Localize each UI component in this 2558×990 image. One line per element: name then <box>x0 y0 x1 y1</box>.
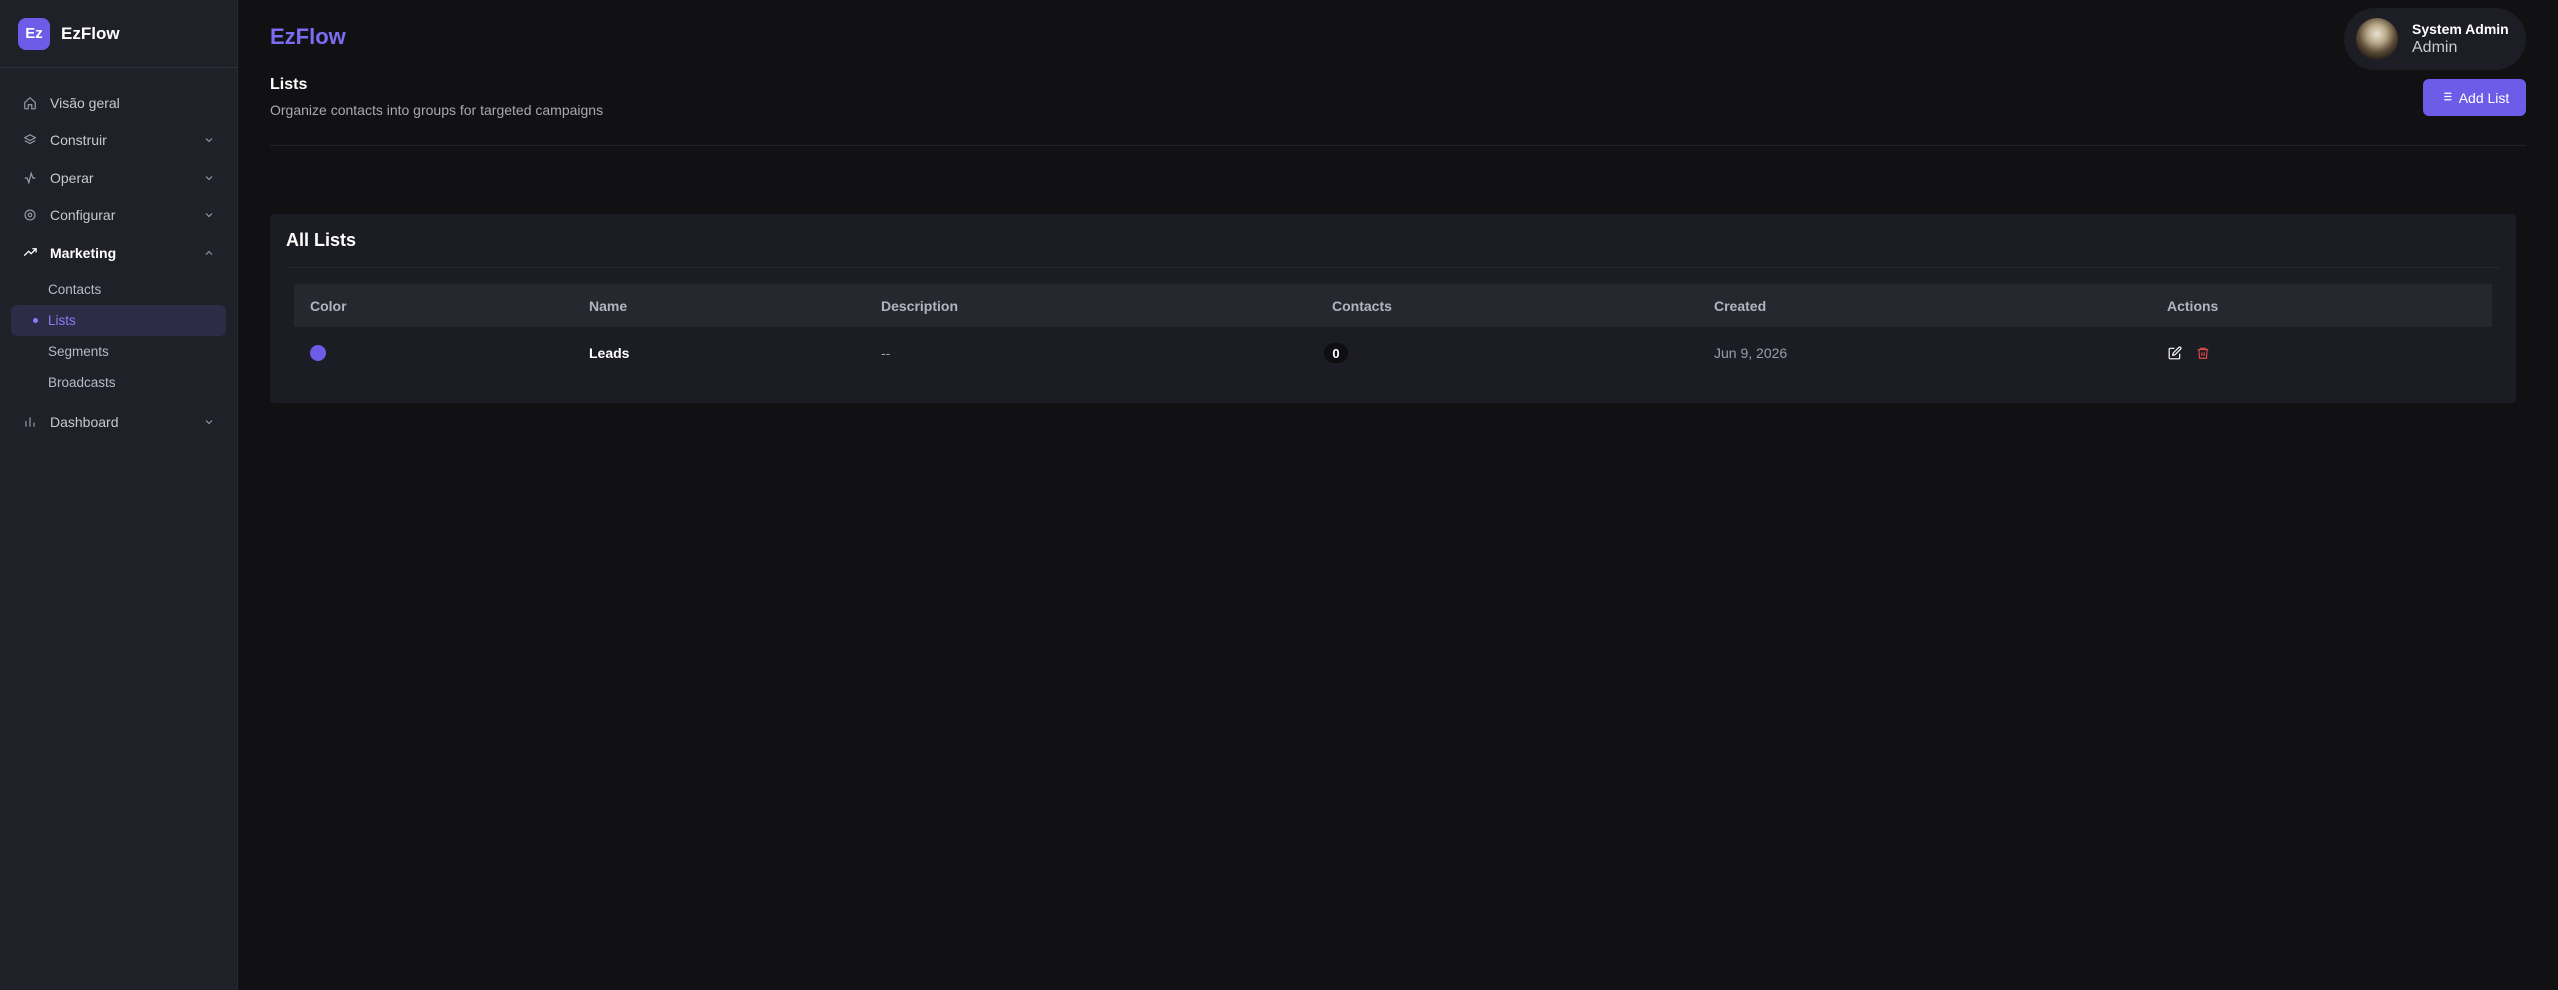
cell-contacts: 0 <box>1316 343 1698 363</box>
marketing-submenu: Contacts Lists Segments Broadcasts <box>0 272 237 404</box>
sidebar-subitem-lists[interactable]: Lists <box>11 304 226 336</box>
chevron-down-icon <box>203 172 215 184</box>
user-role: Admin <box>2412 38 2458 56</box>
sidebar-item-marketing[interactable]: Marketing <box>0 234 237 272</box>
active-dot-icon <box>33 317 38 323</box>
layers-icon <box>22 132 38 148</box>
cell-created: Jun 9, 2026 <box>1714 345 1788 361</box>
sidebar-subitem-label: Lists <box>48 312 76 328</box>
brand[interactable]: Ez EzFlow <box>0 0 237 68</box>
all-lists-card: All Lists Color Name Description Contact… <box>270 214 2516 403</box>
color-swatch <box>310 345 326 361</box>
sidebar-item-label: Dashboard <box>50 414 119 431</box>
chevron-up-icon <box>203 247 215 259</box>
trending-up-icon <box>22 245 38 261</box>
sidebar-item-dashboard[interactable]: Dashboard <box>0 404 237 442</box>
sidebar-item-label: Configurar <box>50 207 116 224</box>
user-menu[interactable]: System Admin Admin <box>2344 8 2526 70</box>
page-header: Lists Organize contacts into groups for … <box>270 38 2526 146</box>
list-icon <box>2440 90 2453 106</box>
gear-icon <box>22 207 38 223</box>
sidebar-item-label: Visão geral <box>50 94 120 111</box>
column-header-name: Name <box>589 297 628 314</box>
card-title: All Lists <box>286 214 2500 268</box>
column-header-contacts: Contacts <box>1332 297 1392 314</box>
cell-color <box>294 345 573 361</box>
page-subtitle: Organize contacts into groups for target… <box>270 102 604 118</box>
sidebar-nav: Visão geral Construir Operar Configurar … <box>0 68 237 441</box>
cell-name: Leads <box>589 345 630 361</box>
brand-logo: Ez <box>18 17 50 50</box>
home-icon <box>22 95 38 111</box>
column-header-color: Color <box>310 297 347 314</box>
brand-name: EzFlow <box>61 23 120 43</box>
trash-icon[interactable] <box>2195 345 2211 361</box>
main-content: EzFlow System Admin Admin Lists Organize… <box>238 0 2558 990</box>
lists-table: Color Name Description Contacts Created … <box>294 284 2492 379</box>
table-row[interactable]: Leads -- 0 Jun 9, 2026 <box>294 327 2492 379</box>
activity-icon <box>22 170 38 186</box>
page-title: Lists <box>270 76 308 93</box>
app-root: Ez EzFlow Visão geral Construir Operar C… <box>0 0 2558 990</box>
avatar <box>2356 18 2398 60</box>
sidebar-item-visao-geral[interactable]: Visão geral <box>0 84 237 122</box>
table-header: Color Name Description Contacts Created … <box>294 284 2492 327</box>
sidebar-item-label: Operar <box>50 169 94 186</box>
sidebar-item-label: Marketing <box>50 244 117 261</box>
sidebar-item-operar[interactable]: Operar <box>0 159 237 197</box>
chevron-down-icon <box>203 209 215 221</box>
add-list-button[interactable]: Add List <box>2423 79 2526 116</box>
sidebar-item-configurar[interactable]: Configurar <box>0 197 237 235</box>
user-info: System Admin Admin <box>2412 21 2509 57</box>
sidebar-item-label: Construir <box>50 132 107 149</box>
chevron-down-icon <box>203 134 215 146</box>
contacts-count-badge: 0 <box>1324 343 1348 363</box>
chevron-down-icon <box>203 416 215 428</box>
cell-actions <box>2151 345 2492 361</box>
add-list-label: Add List <box>2458 89 2510 106</box>
column-header-description: Description <box>881 297 959 314</box>
column-header-actions: Actions <box>2167 297 2219 314</box>
sidebar-subitem-broadcasts[interactable]: Broadcasts <box>11 367 226 398</box>
sidebar-subitem-segments[interactable]: Segments <box>11 336 226 367</box>
sidebar: Ez EzFlow Visão geral Construir Operar C… <box>0 0 238 990</box>
page-heading: Lists Organize contacts into groups for … <box>270 38 603 118</box>
sidebar-item-construir[interactable]: Construir <box>0 122 237 160</box>
cell-description: -- <box>881 345 891 361</box>
column-header-created: Created <box>1714 297 1767 314</box>
sidebar-subitem-contacts[interactable]: Contacts <box>11 274 226 305</box>
bar-chart-icon <box>22 414 38 430</box>
user-name: System Admin <box>2412 21 2509 37</box>
edit-icon[interactable] <box>2167 345 2183 361</box>
